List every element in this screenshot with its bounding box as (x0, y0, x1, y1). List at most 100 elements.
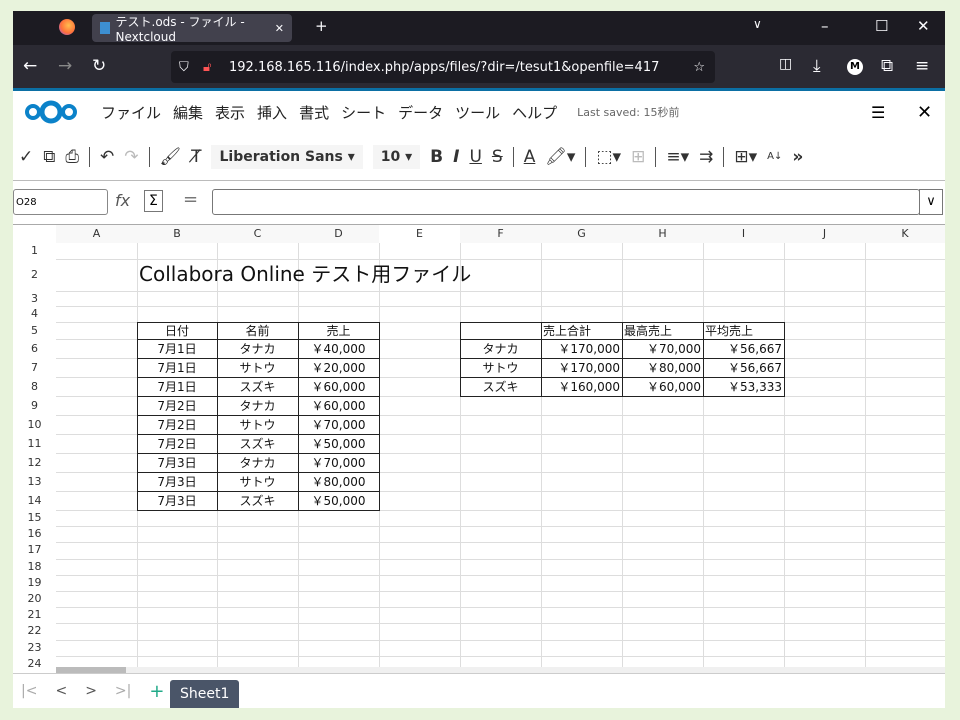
redo-icon[interactable]: ↷ (124, 147, 138, 167)
row-header[interactable]: 17 (13, 542, 56, 559)
cell[interactable]: サトウ (219, 476, 296, 488)
reload-icon[interactable]: ↻ (92, 56, 106, 76)
cell[interactable]: ￥53,333 (705, 381, 782, 393)
close-window-icon[interactable]: ✕ (917, 17, 930, 35)
maximize-icon[interactable]: ☐ (875, 17, 888, 35)
column-header[interactable]: J (784, 225, 865, 243)
cell[interactable]: サトウ (219, 362, 296, 374)
prev-sheet-icon[interactable]: < (55, 683, 67, 699)
menu-view[interactable]: 表示 (215, 102, 245, 123)
row-header[interactable]: 6 (13, 339, 56, 358)
cell[interactable]: ￥80,000 (300, 476, 377, 488)
cell[interactable]: ￥40,000 (300, 343, 377, 355)
align-icon[interactable]: ≡▾ (666, 147, 689, 167)
cell[interactable]: 売上 (300, 325, 377, 337)
checkmark-icon[interactable]: ✓ (19, 147, 33, 167)
column-header[interactable]: F (460, 225, 541, 243)
row-header[interactable]: 7 (13, 358, 56, 377)
menu-file[interactable]: ファイル (101, 102, 161, 123)
row-header[interactable]: 11 (13, 434, 56, 453)
wrap-text-icon[interactable]: ⇉ (699, 147, 713, 167)
cell[interactable]: タナカ (462, 343, 539, 355)
cell[interactable]: ￥60,000 (300, 381, 377, 393)
spreadsheet-grid[interactable]: A B C D E F G H I J K 1 2 3 4 5 6 7 8 9 10 11 12 13 14 15 16 17 18 19… (13, 225, 945, 667)
cell[interactable]: 最高売上 (624, 325, 701, 337)
forward-icon[interactable]: → (58, 56, 72, 76)
menu-help[interactable]: ヘルプ (512, 102, 557, 123)
close-tab-icon[interactable]: ✕ (275, 22, 284, 35)
cell[interactable]: 7月2日 (139, 438, 215, 450)
row-header[interactable]: 13 (13, 472, 56, 491)
open-external-icon[interactable]: ⧉ (43, 147, 55, 167)
formula-equals-button[interactable]: = (183, 189, 198, 210)
italic-button[interactable]: I (453, 147, 459, 167)
row-header[interactable]: 19 (13, 574, 56, 591)
cell[interactable]: ￥60,000 (624, 381, 701, 393)
column-header[interactable]: D (298, 225, 379, 243)
cell[interactable]: スズキ (219, 495, 296, 507)
row-header[interactable]: 18 (13, 558, 56, 575)
cell[interactable]: タナカ (219, 343, 296, 355)
bookmark-star-icon[interactable]: ☆ (693, 60, 705, 75)
cell[interactable]: 7月1日 (139, 362, 215, 374)
cell[interactable]: 7月1日 (139, 381, 215, 393)
column-header[interactable]: A (56, 225, 137, 243)
cell[interactable]: スズキ (462, 381, 539, 393)
formula-input[interactable] (212, 189, 920, 215)
row-header[interactable]: 12 (13, 453, 56, 472)
cell[interactable]: スズキ (219, 438, 296, 450)
row-header[interactable]: 3 (13, 291, 56, 306)
sidebar-toggle-icon[interactable]: ☰ (871, 103, 885, 122)
font-color-button[interactable]: A (524, 147, 536, 167)
cell[interactable]: 7月2日 (139, 400, 215, 412)
cell[interactable]: ￥20,000 (300, 362, 377, 374)
new-tab-icon[interactable]: + (315, 17, 328, 35)
row-header[interactable]: 1 (13, 243, 56, 259)
minimize-icon[interactable]: – (821, 17, 829, 35)
cell[interactable]: ￥170,000 (543, 362, 620, 374)
cell[interactable]: タナカ (219, 457, 296, 469)
row-header[interactable]: 2 (13, 259, 56, 291)
row-header[interactable]: 15 (13, 510, 56, 527)
cell[interactable]: 売上合計 (543, 325, 620, 337)
add-sheet-icon[interactable]: + (149, 681, 164, 702)
column-header[interactable]: B (137, 225, 217, 243)
cell[interactable]: ￥70,000 (300, 457, 377, 469)
font-size-select[interactable]: 10 ▾ (372, 144, 421, 169)
download-icon[interactable]: ⤓ (813, 56, 821, 76)
url-bar[interactable]: ⛉ 🔓︎ 192.168.165.116/index.php/apps/files/… (171, 51, 715, 83)
cell[interactable]: 平均売上 (705, 325, 782, 337)
column-header[interactable]: C (217, 225, 298, 243)
menu-insert[interactable]: 挿入 (257, 102, 287, 123)
last-sheet-icon[interactable]: >| (115, 683, 131, 699)
name-box[interactable]: O28 (13, 189, 108, 215)
account-icon[interactable]: M (847, 59, 863, 75)
cell[interactable]: ￥56,667 (705, 343, 782, 355)
cell[interactable]: ￥70,000 (300, 419, 377, 431)
borders-icon[interactable]: ⬚▾ (596, 147, 621, 167)
cell[interactable]: スズキ (219, 381, 296, 393)
title-cell[interactable]: Collabora Online テスト用ファイル (139, 264, 471, 284)
sort-icon[interactable]: A↓ (767, 151, 782, 162)
cell[interactable]: ￥50,000 (300, 438, 377, 450)
first-sheet-icon[interactable]: |< (21, 683, 37, 699)
cell[interactable]: ￥70,000 (624, 343, 701, 355)
cell[interactable]: 7月3日 (139, 457, 215, 469)
undo-icon[interactable]: ↶ (100, 147, 114, 167)
menu-data[interactable]: データ (398, 102, 443, 123)
sum-button[interactable]: Σ (144, 190, 163, 212)
bold-button[interactable]: B (430, 147, 443, 167)
cell[interactable]: サトウ (219, 419, 296, 431)
cell[interactable]: 7月3日 (139, 476, 215, 488)
more-icon[interactable]: » (792, 147, 803, 167)
cell[interactable]: ￥60,000 (300, 400, 377, 412)
merge-cells-icon[interactable]: ⊞ (631, 147, 645, 167)
row-header[interactable]: 21 (13, 607, 56, 624)
browser-tab[interactable]: テスト.ods - ファイル - Nextcloud ✕ (92, 14, 292, 44)
column-header[interactable]: G (541, 225, 622, 243)
menu-edit[interactable]: 編集 (173, 102, 203, 123)
extensions-icon[interactable]: ⧉ (881, 56, 893, 76)
cell[interactable]: ￥50,000 (300, 495, 377, 507)
cell[interactable]: ￥170,000 (543, 343, 620, 355)
row-header[interactable]: 24 (13, 655, 56, 667)
